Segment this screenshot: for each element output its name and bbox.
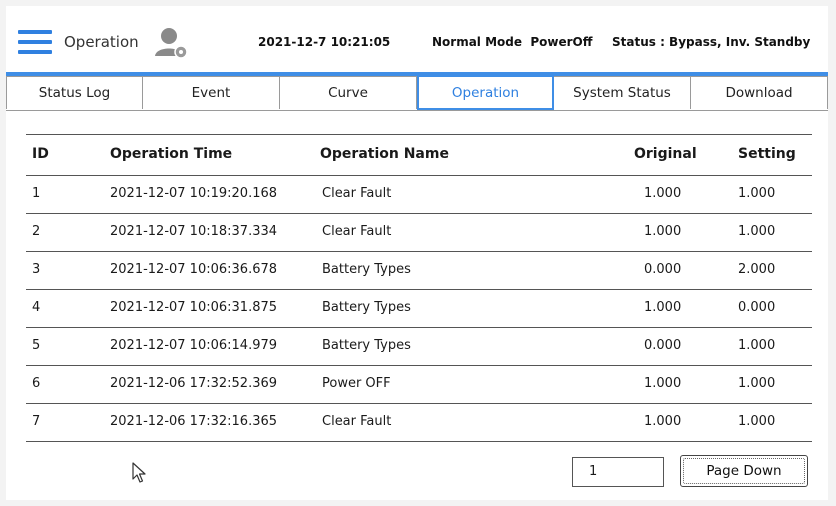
cell-time: 2021-12-07 10:06:14.979 — [110, 338, 278, 353]
header-original: Original — [634, 146, 697, 162]
cell-original: 0.000 — [644, 262, 682, 277]
cell-name: Clear Fault — [322, 186, 392, 201]
tab-operation[interactable]: Operation — [417, 75, 554, 110]
cell-time: 2021-12-07 10:06:36.678 — [110, 262, 278, 277]
table-row[interactable]: 1 2021-12-07 10:19:20.168 Clear Fault 1.… — [26, 176, 812, 214]
cell-id: 4 — [32, 300, 41, 315]
cell-setting: 1.000 — [738, 186, 776, 201]
table-row[interactable]: 7 2021-12-06 17:32:16.365 Clear Fault 1.… — [26, 404, 812, 442]
cell-name: Clear Fault — [322, 224, 392, 239]
tab-event[interactable]: Event — [143, 76, 280, 109]
cell-id: 7 — [32, 414, 41, 429]
cell-setting: 1.000 — [738, 338, 776, 353]
cell-id: 5 — [32, 338, 41, 353]
tab-status-log[interactable]: Status Log — [6, 76, 143, 109]
header-operation-time: Operation Time — [110, 146, 233, 162]
page-down-label: Page Down — [683, 458, 805, 484]
table-row[interactable]: 2 2021-12-07 10:18:37.334 Clear Fault 1.… — [26, 214, 812, 252]
cell-setting: 2.000 — [738, 262, 776, 277]
mouse-pointer-icon — [132, 462, 146, 483]
page-number-field[interactable]: 1 — [572, 457, 664, 487]
mode-display: Normal Mode PowerOff — [432, 35, 593, 49]
cell-name: Battery Types — [322, 300, 411, 315]
operation-panel: Operation 2021-12-7 10:21:05 Normal Mode… — [6, 6, 828, 500]
table-header: ID Operation Time Operation Name Origina… — [26, 134, 812, 176]
table-row[interactable]: 4 2021-12-07 10:06:31.875 Battery Types … — [26, 290, 812, 328]
cell-id: 3 — [32, 262, 41, 277]
page-title: Operation — [64, 33, 139, 51]
table-row[interactable]: 6 2021-12-06 17:32:52.369 Power OFF 1.00… — [26, 366, 812, 404]
tab-bar: Status Log Event Curve Operation System … — [6, 75, 828, 111]
header-id: ID — [32, 146, 49, 162]
cell-time: 2021-12-07 10:18:37.334 — [110, 224, 278, 239]
cell-time: 2021-12-06 17:32:16.365 — [110, 414, 278, 429]
tab-curve[interactable]: Curve — [280, 76, 417, 109]
cell-setting: 1.000 — [738, 224, 776, 239]
cell-name: Power OFF — [322, 376, 391, 391]
cell-time: 2021-12-06 17:32:52.369 — [110, 376, 278, 391]
tab-download[interactable]: Download — [691, 76, 828, 109]
tab-system-status[interactable]: System Status — [554, 76, 691, 109]
cell-id: 1 — [32, 186, 41, 201]
cell-original: 0.000 — [644, 338, 682, 353]
cell-original: 1.000 — [644, 186, 682, 201]
cell-id: 6 — [32, 376, 41, 391]
header-bar: Operation 2021-12-7 10:21:05 Normal Mode… — [6, 6, 828, 76]
cell-original: 1.000 — [644, 414, 682, 429]
header-operation-name: Operation Name — [320, 146, 449, 162]
status-display: Status : Bypass, Inv. Standby — [612, 35, 811, 49]
cell-original: 1.000 — [644, 376, 682, 391]
datetime-display: 2021-12-7 10:21:05 — [258, 35, 391, 49]
cell-original: 1.000 — [644, 224, 682, 239]
page-down-button[interactable]: Page Down — [680, 455, 808, 487]
cell-name: Battery Types — [322, 262, 411, 277]
table-row[interactable]: 5 2021-12-07 10:06:14.979 Battery Types … — [26, 328, 812, 366]
cell-time: 2021-12-07 10:06:31.875 — [110, 300, 278, 315]
cell-time: 2021-12-07 10:19:20.168 — [110, 186, 278, 201]
cell-setting: 1.000 — [738, 414, 776, 429]
header-setting: Setting — [738, 146, 796, 162]
table-row[interactable]: 3 2021-12-07 10:06:36.678 Battery Types … — [26, 252, 812, 290]
cell-setting: 0.000 — [738, 300, 776, 315]
cell-name: Clear Fault — [322, 414, 392, 429]
cell-original: 1.000 — [644, 300, 682, 315]
user-settings-icon — [155, 28, 188, 59]
cell-name: Battery Types — [322, 338, 411, 353]
operation-table: ID Operation Time Operation Name Origina… — [26, 134, 812, 442]
cell-setting: 1.000 — [738, 376, 776, 391]
hamburger-menu-icon[interactable] — [18, 30, 52, 54]
cell-id: 2 — [32, 224, 41, 239]
